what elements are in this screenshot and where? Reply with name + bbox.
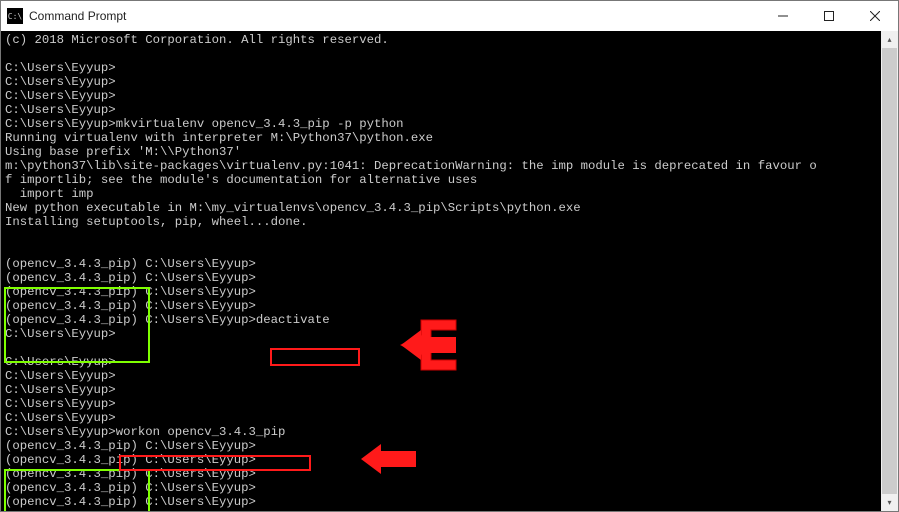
cmd-icon: C:\ (7, 8, 23, 24)
scroll-up-button[interactable]: ▴ (881, 31, 898, 48)
window-controls (760, 1, 898, 31)
command-prompt-window: C:\ Command Prompt (c) 2018 Microsoft Co… (0, 0, 899, 512)
close-button[interactable] (852, 1, 898, 31)
maximize-button[interactable] (806, 1, 852, 31)
minimize-button[interactable] (760, 1, 806, 31)
scroll-down-button[interactable]: ▾ (881, 494, 898, 511)
titlebar[interactable]: C:\ Command Prompt (1, 1, 898, 31)
scrollbar-thumb[interactable] (882, 48, 897, 494)
window-title: Command Prompt (29, 9, 126, 23)
terminal-output: (c) 2018 Microsoft Corporation. All righ… (1, 31, 898, 511)
terminal-area[interactable]: (c) 2018 Microsoft Corporation. All righ… (1, 31, 898, 511)
scrollbar[interactable]: ▴ ▾ (881, 31, 898, 511)
